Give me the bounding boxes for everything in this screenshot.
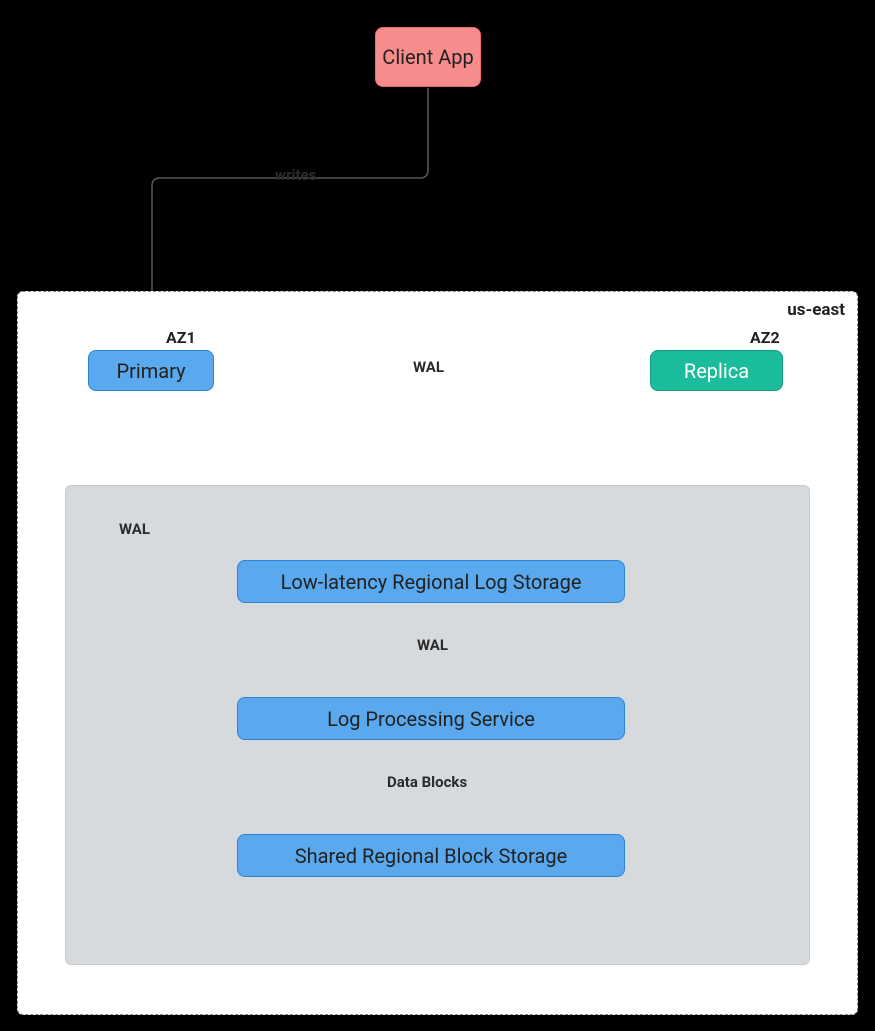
node-label: Shared Regional Block Storage — [295, 844, 567, 868]
node-label: Low-latency Regional Log Storage — [281, 570, 582, 594]
edge-label-wal-replica: WAL — [409, 358, 448, 376]
edge-label-wal-log: WAL — [115, 520, 154, 538]
node-log-storage: Low-latency Regional Log Storage — [237, 560, 625, 603]
node-block-storage: Shared Regional Block Storage — [237, 834, 625, 877]
node-replica: Replica — [650, 350, 783, 391]
node-client-app: Client App — [375, 27, 481, 87]
az1-label: AZ1 — [166, 328, 196, 347]
diagram-canvas: Client App us-east AZ1 AZ2 Primary Repli… — [0, 0, 875, 1031]
node-primary: Primary — [88, 350, 214, 391]
az2-label: AZ2 — [750, 328, 780, 347]
edge-label-data-blocks: Data Blocks — [383, 773, 471, 791]
node-log-processing: Log Processing Service — [237, 697, 625, 740]
region-label: us-east — [787, 300, 845, 320]
node-label: Log Processing Service — [327, 707, 535, 731]
node-label: Replica — [684, 359, 749, 383]
node-label: Client App — [382, 45, 473, 69]
node-label: Primary — [116, 359, 185, 383]
edge-label-writes: writes — [275, 166, 316, 184]
edge-label-wal-proc: WAL — [413, 636, 452, 654]
